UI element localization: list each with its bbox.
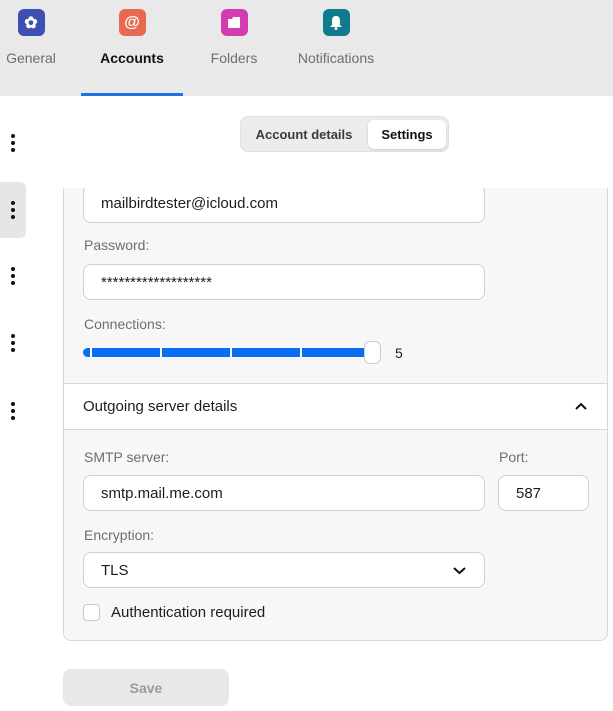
smtp-label: SMTP server: [84,449,170,465]
segment-account-details[interactable]: Account details [244,120,364,149]
connections-slider[interactable] [83,341,383,364]
chevron-down-icon [453,567,466,575]
preferences-tab-bar: ✿ General @ Accounts Folders Notificatio… [0,0,613,96]
encryption-label: Encryption: [84,527,155,543]
account-menu-icon[interactable] [0,315,26,371]
password-label: Password: [84,237,150,253]
tab-general[interactable]: ✿ General [0,0,62,96]
account-menu-icon[interactable] [0,383,26,439]
at-sign-icon: @ [118,9,146,36]
account-menu-icon[interactable] [0,248,26,304]
encryption-value: TLS [101,561,129,579]
tab-label: Accounts [100,50,164,66]
encryption-select[interactable]: TLS [83,552,485,588]
tab-label: Folders [210,50,258,66]
connections-label: Connections: [84,316,166,332]
chevron-up-icon[interactable] [575,402,587,410]
port-field[interactable]: 587 [498,475,589,511]
tab-label: Notifications [297,50,375,66]
save-button[interactable]: Save [63,669,229,706]
outgoing-server-title: Outgoing server details [83,398,238,415]
smtp-server-field[interactable]: smtp.mail.me.com [83,475,485,511]
slider-track [83,348,373,357]
tab-accounts[interactable]: @ Accounts [81,0,183,96]
slider-thumb[interactable] [364,341,381,364]
password-field[interactable]: ******************* [83,264,485,300]
folder-icon [220,9,248,36]
account-settings-panel: mailbirdtester@icloud.com Password: ****… [63,188,608,641]
view-segmented-control: Account details Settings [240,116,449,152]
account-menu-icon[interactable] [0,115,26,171]
connections-value: 5 [395,345,403,361]
tab-folders[interactable]: Folders [194,0,274,96]
port-label: Port: [499,449,529,465]
tab-label: General [6,50,56,66]
authentication-checkbox[interactable] [83,604,100,621]
bell-icon [322,9,350,36]
gear-icon: ✿ [17,9,45,36]
active-tab-indicator [81,93,183,96]
outgoing-server-header[interactable]: Outgoing server details [64,383,607,430]
account-menu-icon[interactable] [0,182,26,238]
authentication-label: Authentication required [111,604,266,621]
tab-notifications[interactable]: Notifications [286,0,386,96]
segment-settings[interactable]: Settings [368,120,446,149]
email-field[interactable]: mailbirdtester@icloud.com [83,188,485,223]
